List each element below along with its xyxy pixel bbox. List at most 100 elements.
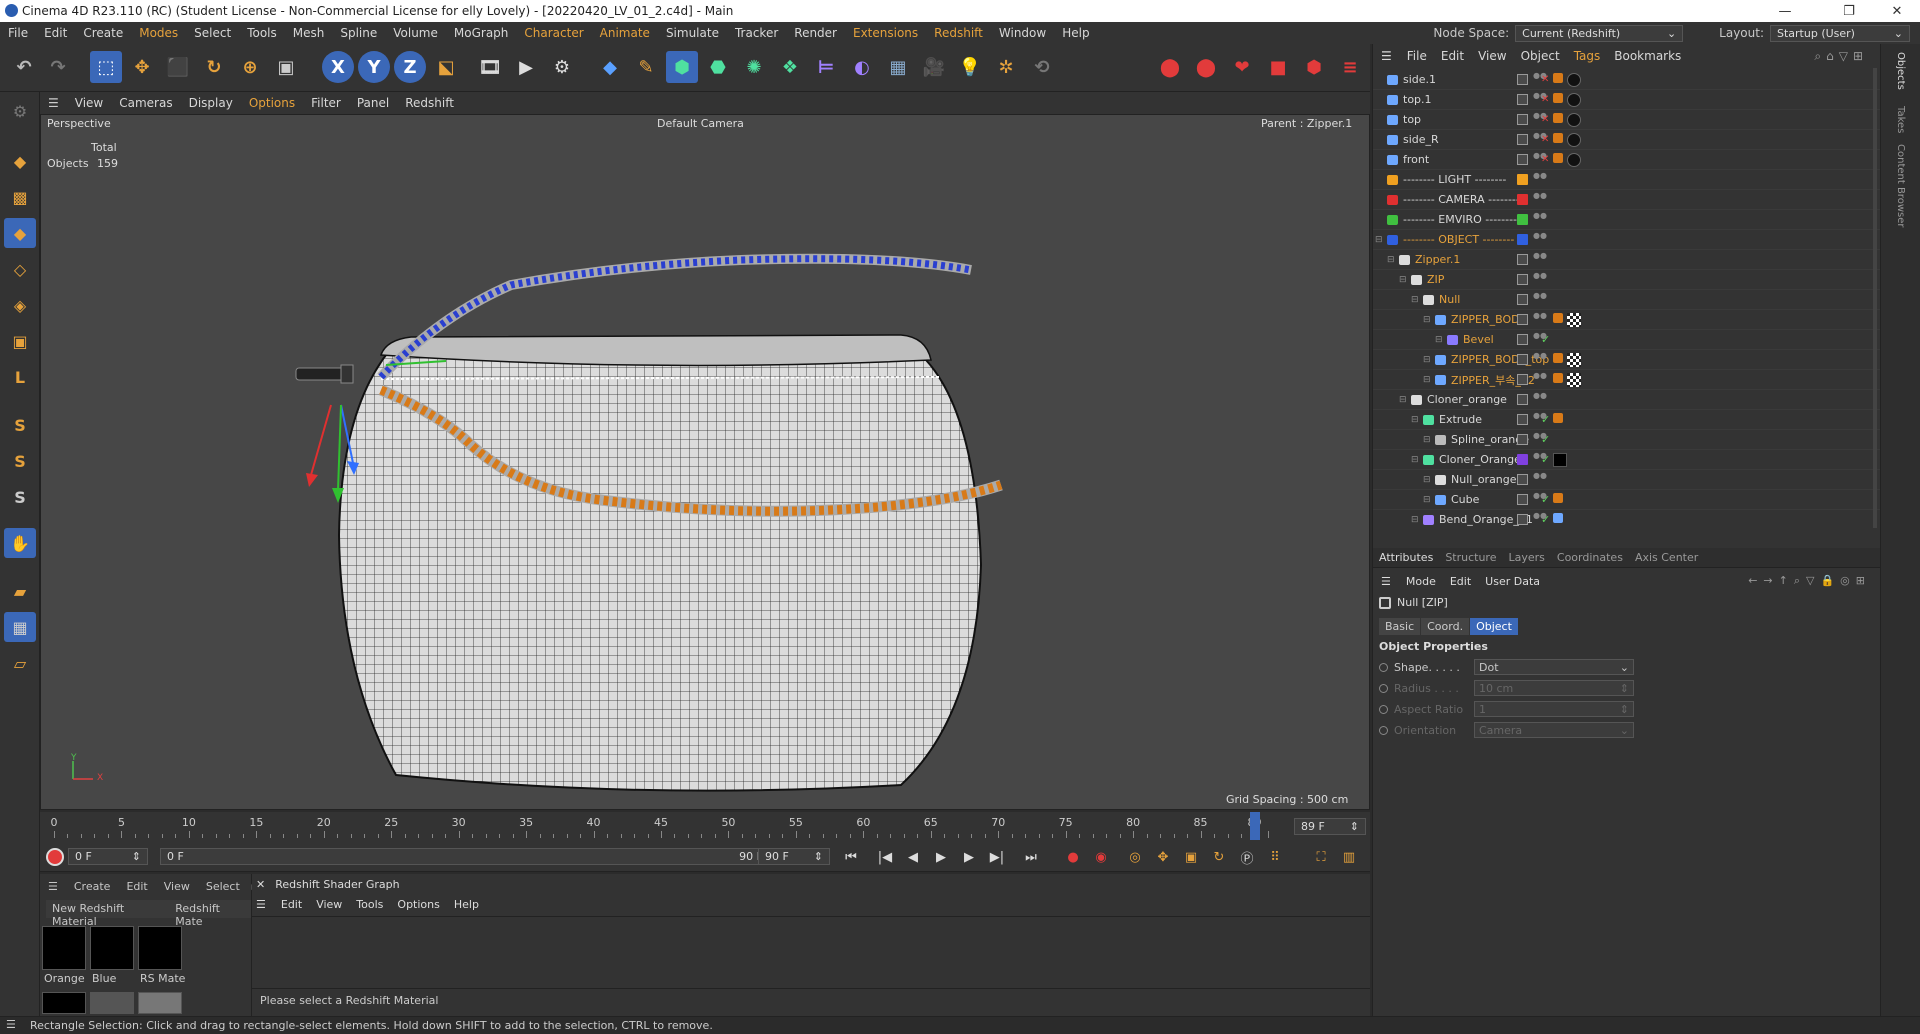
- phong-tag-icon[interactable]: [1553, 493, 1563, 503]
- layer-checkbox[interactable]: [1517, 74, 1528, 85]
- material-swatch-rs-mate[interactable]: [138, 926, 182, 970]
- layer-checkbox[interactable]: [1517, 394, 1528, 405]
- camera-icon[interactable]: 🎥: [918, 51, 950, 83]
- redshift-ipr-icon[interactable]: ⬤: [1190, 51, 1222, 83]
- material-tag-icon[interactable]: [1567, 73, 1581, 87]
- layer-checkbox[interactable]: [1517, 434, 1528, 445]
- quantize-icon[interactable]: S: [4, 482, 36, 512]
- object-menu-tags[interactable]: Tags: [1567, 49, 1608, 63]
- next-key-icon[interactable]: ▶|: [986, 847, 1008, 867]
- layer-checkbox[interactable]: [1517, 254, 1528, 265]
- layer-checkbox[interactable]: [1517, 154, 1528, 165]
- object-menu-file[interactable]: File: [1400, 49, 1434, 63]
- visibility-dots-icon[interactable]: ●●: [1533, 71, 1547, 87]
- autokey-icon[interactable]: ●: [1062, 847, 1084, 867]
- animate-radio-icon[interactable]: [1379, 725, 1388, 735]
- material-hamburger-icon[interactable]: ☰: [40, 880, 66, 893]
- visibility-dots-icon[interactable]: ●●: [1533, 351, 1547, 367]
- menu-volume[interactable]: Volume: [385, 26, 446, 40]
- disabled-x-icon[interactable]: ✕: [1541, 74, 1549, 85]
- points-mode-icon[interactable]: ◆: [4, 218, 36, 248]
- record-active-icon[interactable]: ◉: [1090, 847, 1112, 867]
- timeline-playhead[interactable]: [1249, 812, 1260, 840]
- object-row[interactable]: ⊟ Spline_orange ●● ✓: [1373, 430, 1881, 450]
- shader-menu-edit[interactable]: Edit: [274, 898, 309, 911]
- attr-tab-attributes[interactable]: Attributes: [1373, 551, 1439, 564]
- axis-mode-icon[interactable]: L: [4, 362, 36, 392]
- material-tag-icon[interactable]: [1567, 153, 1581, 167]
- prev-frame-icon[interactable]: ◀: [902, 847, 924, 867]
- visibility-dots-icon[interactable]: ●●: [1533, 111, 1547, 127]
- object-row[interactable]: ⊟ ZIP ●●: [1373, 270, 1881, 290]
- grid-plane-icon[interactable]: ▦: [4, 612, 36, 642]
- material-menu-create[interactable]: Create: [66, 880, 119, 893]
- object-row[interactable]: ⊟ Null ●●: [1373, 290, 1881, 310]
- menu-select[interactable]: Select: [186, 26, 239, 40]
- menu-render[interactable]: Render: [786, 26, 845, 40]
- object-hamburger-icon[interactable]: ☰: [1373, 49, 1400, 63]
- attr-menu-mode[interactable]: Mode: [1399, 575, 1443, 588]
- menu-edit[interactable]: Edit: [36, 26, 75, 40]
- light-icon[interactable]: 💡: [954, 51, 986, 83]
- object-row[interactable]: side.1 ●● ✕: [1373, 70, 1881, 90]
- viewport-menu-cameras[interactable]: Cameras: [111, 96, 180, 110]
- enabled-check-icon[interactable]: ✓: [1541, 413, 1550, 426]
- selection-tool-icon[interactable]: ⬚: [90, 51, 122, 83]
- shader-hamburger-icon[interactable]: ☰: [256, 898, 266, 911]
- menu-spline[interactable]: Spline: [332, 26, 385, 40]
- expand-icon[interactable]: ⊟: [1411, 515, 1419, 525]
- visibility-dots-icon[interactable]: ●●: [1533, 231, 1547, 247]
- menu-window[interactable]: Window: [991, 26, 1054, 40]
- menu-extensions[interactable]: Extensions: [845, 26, 926, 40]
- object-menu-object[interactable]: Object: [1514, 49, 1567, 63]
- shader-close-icon[interactable]: ✕: [256, 878, 265, 891]
- undo-icon[interactable]: ↶: [8, 51, 40, 83]
- current-frame-field[interactable]: 89 F ⇕: [1294, 818, 1366, 835]
- deformer-tag-icon[interactable]: [1553, 513, 1563, 523]
- viewport-menu-filter[interactable]: Filter: [303, 96, 349, 110]
- visibility-dots-icon[interactable]: ●●: [1533, 451, 1547, 467]
- redo-icon[interactable]: ↷: [42, 51, 74, 83]
- polygons-mode-icon[interactable]: ◈: [4, 290, 36, 320]
- camera-tag-icon[interactable]: [1553, 73, 1563, 83]
- attr-menu-user-data[interactable]: User Data: [1478, 575, 1547, 588]
- visibility-dots-icon[interactable]: ●●: [1533, 291, 1547, 307]
- live-selection-icon[interactable]: ▣: [270, 51, 302, 83]
- go-to-end-icon[interactable]: ⏭: [1020, 847, 1042, 867]
- tab-takes[interactable]: Takes: [1895, 106, 1906, 133]
- visibility-dots-icon[interactable]: ●●: [1533, 151, 1547, 167]
- key-scale-icon[interactable]: ▣: [1180, 847, 1202, 867]
- prev-key-icon[interactable]: |◀: [874, 847, 896, 867]
- cube-primitive-icon[interactable]: ◆: [594, 51, 626, 83]
- material-swatch-blue[interactable]: [90, 926, 134, 970]
- phong-tag-icon[interactable]: [1553, 353, 1563, 363]
- camera-tag-icon[interactable]: [1553, 153, 1563, 163]
- viewport-menu-panel[interactable]: Panel: [349, 96, 397, 110]
- object-row[interactable]: ⊟ ZIPPER_BODY_top ●●: [1373, 350, 1881, 370]
- scale-tool-icon[interactable]: ⬛: [162, 51, 194, 83]
- spline-pen-icon[interactable]: ✎: [630, 51, 662, 83]
- layer-checkbox[interactable]: [1517, 334, 1528, 345]
- redshift-camera-icon[interactable]: ■: [1262, 51, 1294, 83]
- layer-checkbox[interactable]: [1517, 314, 1528, 325]
- play-icon[interactable]: ▶: [930, 847, 952, 867]
- snap-settings-icon[interactable]: S: [4, 446, 36, 476]
- layer-checkbox[interactable]: [1517, 94, 1528, 105]
- attribute-hamburger-icon[interactable]: ☰: [1373, 575, 1399, 588]
- material-swatch-5[interactable]: [90, 992, 134, 1014]
- menu-tools[interactable]: Tools: [239, 26, 285, 40]
- render-settings-icon[interactable]: ⚙: [546, 51, 578, 83]
- disabled-x-icon[interactable]: ✕: [1541, 94, 1549, 105]
- make-editable-icon[interactable]: ⚙: [4, 96, 36, 126]
- visibility-dots-icon[interactable]: ●●: [1533, 191, 1547, 207]
- attr-tab-axis-center[interactable]: Axis Center: [1629, 551, 1704, 564]
- expand-icon[interactable]: ⊟: [1423, 435, 1431, 445]
- object-row[interactable]: ⊟ ZIPPER_BODY ●●: [1373, 310, 1881, 330]
- camera-tag-icon[interactable]: [1553, 113, 1563, 123]
- tab-objects[interactable]: Objects: [1895, 52, 1906, 90]
- expand-icon[interactable]: ⊟: [1423, 355, 1431, 365]
- disabled-tool-icon[interactable]: ⟲: [1026, 51, 1058, 83]
- menu-file[interactable]: File: [0, 26, 36, 40]
- menu-animate[interactable]: Animate: [592, 26, 658, 40]
- visibility-dots-icon[interactable]: ●●: [1533, 511, 1547, 527]
